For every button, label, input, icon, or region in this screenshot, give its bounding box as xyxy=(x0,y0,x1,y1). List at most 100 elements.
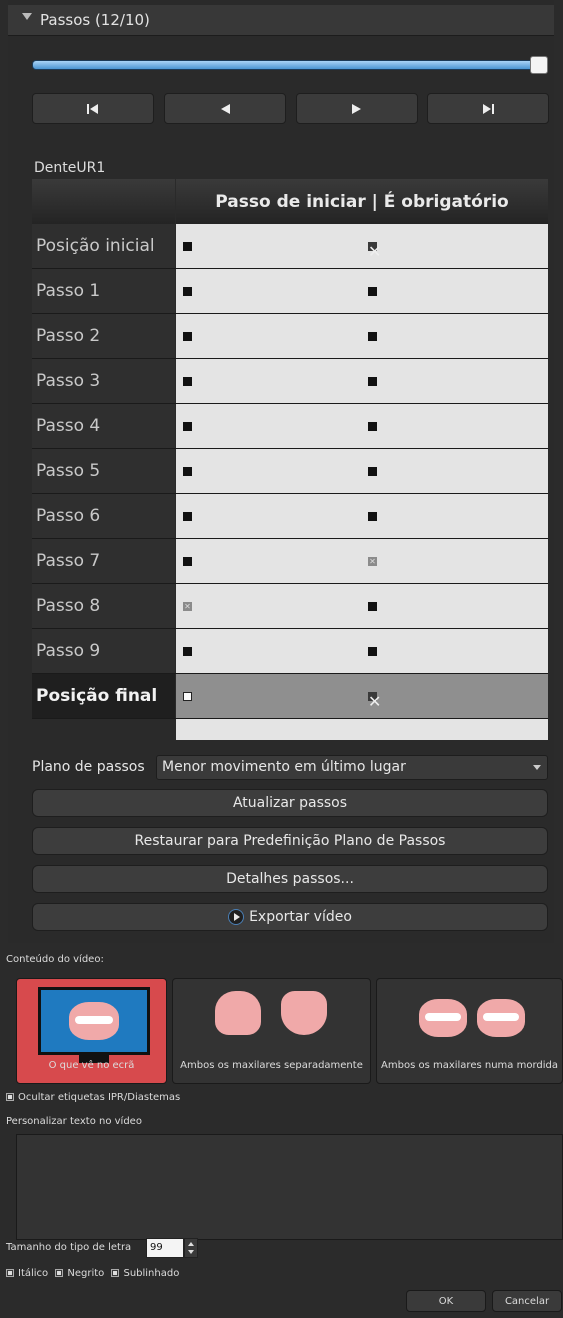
bold-checkbox[interactable] xyxy=(55,1269,64,1277)
table-row: Passo 2 xyxy=(32,314,548,359)
table-row: Passo 6 xyxy=(32,494,548,539)
monitor-icon xyxy=(38,987,150,1055)
start-step-checkbox[interactable] xyxy=(183,647,192,656)
teeth-row-icon xyxy=(483,1013,519,1021)
cancel-button[interactable]: Cancelar xyxy=(492,1290,562,1312)
tooth-label: DenteUR1 xyxy=(34,160,106,176)
mandatory-checkbox[interactable] xyxy=(368,647,377,656)
update-steps-button[interactable]: Atualizar passos xyxy=(32,789,548,817)
next-step-button[interactable] xyxy=(296,93,418,124)
start-step-checkbox[interactable] xyxy=(183,242,192,251)
mandatory-checkbox[interactable] xyxy=(368,332,377,341)
step-details-button[interactable]: Detalhes passos... xyxy=(32,865,548,893)
option-screen-view[interactable]: O que vê no ecrã xyxy=(16,978,167,1084)
row-header: Passo 1 xyxy=(32,269,175,313)
mandatory-checkbox[interactable]: ✕ xyxy=(368,242,381,261)
mandatory-checkbox[interactable] xyxy=(368,512,377,521)
start-step-checkbox[interactable] xyxy=(183,692,192,701)
row-header: Passo 7 xyxy=(32,539,175,583)
skip-last-icon xyxy=(483,103,494,114)
mandatory-checkbox[interactable]: ✕ xyxy=(368,692,381,711)
text-style-options: Itálico Negrito Sublinhado xyxy=(6,1268,179,1279)
last-step-button[interactable] xyxy=(427,93,549,124)
table-row: Passo 1 xyxy=(32,269,548,314)
row-cells: ✕ xyxy=(176,224,548,268)
ok-button[interactable]: OK xyxy=(406,1290,486,1312)
font-size-label: Tamanho do tipo de letra xyxy=(6,1242,132,1253)
mandatory-checkbox[interactable] xyxy=(368,467,377,476)
skip-first-icon xyxy=(87,103,98,114)
italic-label: Itálico xyxy=(18,1268,49,1279)
row-header: Passo 2 xyxy=(32,314,175,358)
hide-ipr-checkbox[interactable] xyxy=(6,1093,14,1101)
row-header: Passo 4 xyxy=(32,404,175,448)
start-step-checkbox[interactable] xyxy=(183,557,192,566)
first-step-button[interactable] xyxy=(32,93,154,124)
upper-jaw-icon xyxy=(215,991,261,1035)
underline-label: Sublinhado xyxy=(123,1268,180,1279)
row-cells xyxy=(176,359,548,403)
row-cells xyxy=(176,269,548,313)
option-label: Ambos os maxilares numa mordida xyxy=(381,1060,558,1071)
custom-text-area[interactable] xyxy=(16,1134,563,1240)
steps-slider-track[interactable] xyxy=(32,60,540,70)
custom-text-label: Personalizar texto no vídeo xyxy=(6,1116,142,1127)
play-video-icon xyxy=(228,909,245,925)
previous-step-button[interactable] xyxy=(164,93,286,124)
hide-ipr-option[interactable]: Ocultar etiquetas IPR/Diastemas xyxy=(6,1092,180,1103)
grid-column-header: Passo de iniciar | É obrigatório xyxy=(176,179,548,224)
table-row: Passo 3 xyxy=(32,359,548,404)
option-jaws-separate[interactable]: Ambos os maxilares separadamente xyxy=(172,978,371,1084)
italic-checkbox[interactable] xyxy=(6,1269,14,1277)
restore-default-plan-button[interactable]: Restaurar para Predefinição Plano de Pas… xyxy=(32,827,548,855)
mandatory-checkbox[interactable]: ✕ xyxy=(368,557,377,566)
table-row: Passo 8 ✕ xyxy=(32,584,548,629)
row-cells xyxy=(176,404,548,448)
step-plan-select[interactable]: Menor movimento em último lugar xyxy=(156,755,548,780)
table-row: Passo 4 xyxy=(32,404,548,449)
mandatory-checkbox[interactable] xyxy=(368,377,377,386)
row-cells: ✕ xyxy=(176,674,548,718)
start-step-checkbox[interactable] xyxy=(183,287,192,296)
spin-up-icon[interactable] xyxy=(188,1242,194,1246)
play-back-icon xyxy=(221,103,230,114)
passos-panel-header[interactable]: Passos (12/10) xyxy=(8,5,554,36)
passos-panel-title: Passos (12/10) xyxy=(40,11,150,29)
row-cells: ✕ xyxy=(176,584,548,628)
table-row: Passo 7 ✕ xyxy=(32,539,548,584)
start-step-checkbox[interactable] xyxy=(183,512,192,521)
start-step-checkbox[interactable] xyxy=(183,332,192,341)
spin-down-icon[interactable] xyxy=(188,1250,194,1254)
table-row: Passo 5 xyxy=(32,449,548,494)
option-jaws-bite[interactable]: Ambos os maxilares numa mordida xyxy=(376,978,563,1084)
start-step-checkbox[interactable]: ✕ xyxy=(183,602,192,611)
start-step-checkbox[interactable] xyxy=(183,422,192,431)
row-cells xyxy=(176,314,548,358)
font-size-spinner[interactable] xyxy=(184,1238,198,1258)
video-dialog: Conteúdo do vídeo: O que vê no ecrã Ambo… xyxy=(0,948,563,1318)
teeth-row-icon xyxy=(75,1016,113,1024)
row-header: Passo 5 xyxy=(32,449,175,493)
steps-slider-handle[interactable] xyxy=(530,56,548,74)
row-header: Passo 8 xyxy=(32,584,175,628)
export-video-button[interactable]: Exportar vídeo xyxy=(32,903,548,931)
step-plan-label: Plano de passos xyxy=(32,759,145,775)
row-cells xyxy=(176,629,548,673)
font-size-input[interactable]: 99 xyxy=(146,1238,184,1258)
start-step-checkbox[interactable] xyxy=(183,377,192,386)
mandatory-checkbox[interactable] xyxy=(368,287,377,296)
grid-corner-header xyxy=(32,179,175,224)
mandatory-checkbox[interactable] xyxy=(368,422,377,431)
start-step-checkbox[interactable] xyxy=(183,467,192,476)
row-cells xyxy=(176,494,548,538)
mandatory-checkbox[interactable] xyxy=(368,602,377,611)
collapse-triangle-icon[interactable] xyxy=(22,13,32,20)
table-row: Passo 9 xyxy=(32,629,548,674)
grid-footer xyxy=(176,719,548,740)
step-plan-selected: Menor movimento em último lugar xyxy=(162,759,406,775)
lower-jaw-icon xyxy=(281,991,327,1035)
row-header: Passo 9 xyxy=(32,629,175,673)
underline-checkbox[interactable] xyxy=(111,1269,120,1277)
video-content-title: Conteúdo do vídeo: xyxy=(6,954,104,965)
option-label: Ambos os maxilares separadamente xyxy=(180,1060,363,1071)
